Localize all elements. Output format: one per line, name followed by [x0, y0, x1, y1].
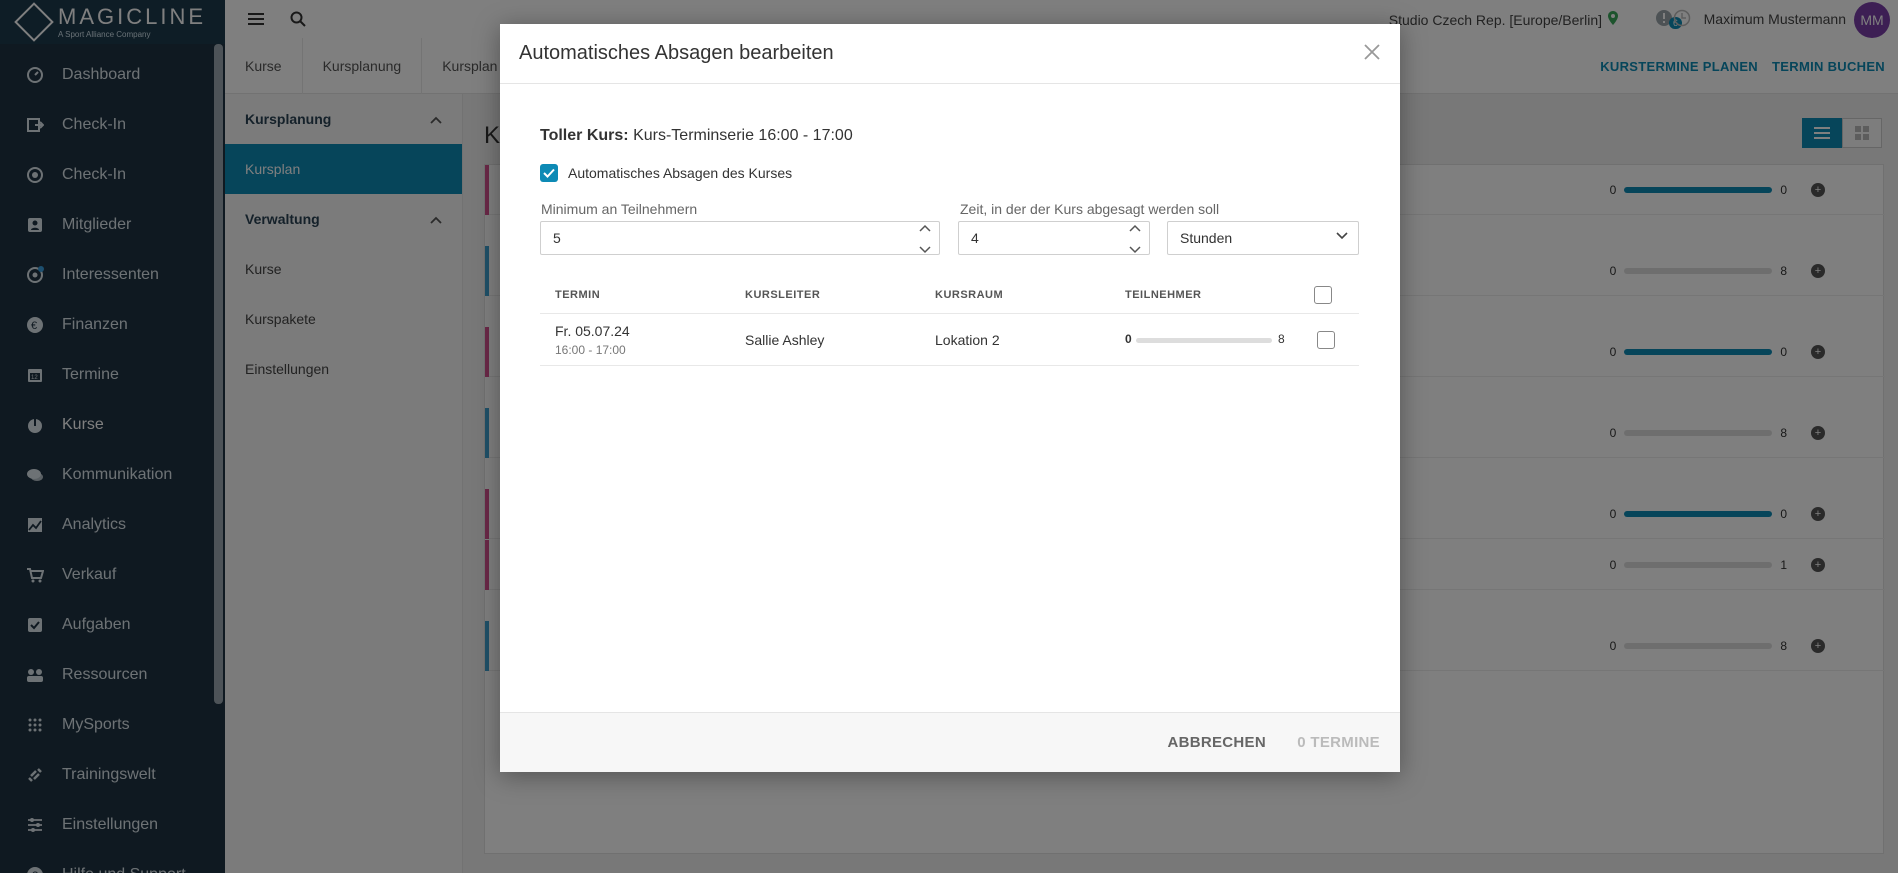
- time-unit-select[interactable]: Stunden: [1167, 221, 1359, 255]
- cancel-time-input[interactable]: 4: [958, 221, 1150, 255]
- select-all-checkbox[interactable]: [1314, 286, 1332, 304]
- auto-cancel-dialog: Automatisches Absagen bearbeiten Toller …: [500, 24, 1400, 772]
- dialog-body: Toller Kurs: Kurs-Terminserie 16:00 - 17…: [500, 84, 1400, 712]
- chevron-down-icon: [919, 246, 931, 254]
- row-time: 16:00 - 17:00: [555, 343, 626, 357]
- table-row: Fr. 05.07.24 16:00 - 17:00 Sallie Ashley…: [540, 314, 1359, 366]
- chevron-down-icon: [1336, 232, 1348, 240]
- chevron-up-icon: [1129, 224, 1141, 232]
- chevron-up-icon: [919, 224, 931, 232]
- appointments-table-header: TERMIN KURSLEITER KURSRAUM TEILNEHMER: [540, 276, 1359, 314]
- row-leader: Sallie Ashley: [745, 332, 825, 348]
- cancel-time-stepper[interactable]: [1129, 224, 1141, 254]
- auto-cancel-toggle[interactable]: Automatisches Absagen des Kurses: [540, 164, 792, 182]
- auto-cancel-label: Automatisches Absagen des Kurses: [568, 165, 793, 181]
- col-teilnehmer: TEILNEHMER: [1125, 289, 1202, 301]
- row-room: Lokation 2: [935, 332, 1000, 348]
- dialog-footer: ABBRECHEN 0 TERMINE: [500, 712, 1400, 772]
- row-participants-max: 8: [1278, 332, 1285, 346]
- row-participants-current: 0: [1125, 332, 1132, 346]
- dialog-header: Automatisches Absagen bearbeiten: [500, 24, 1400, 84]
- col-termin: TERMIN: [555, 289, 601, 301]
- min-participants-stepper[interactable]: [919, 224, 931, 254]
- min-participants-value: 5: [553, 230, 561, 246]
- row-date-value: Fr. 05.07.24: [555, 323, 630, 339]
- col-kursraum: KURSRAUM: [935, 289, 1004, 301]
- cancel-button[interactable]: ABBRECHEN: [1167, 734, 1266, 751]
- row-checkbox[interactable]: [1317, 331, 1335, 349]
- row-date: Fr. 05.07.24 16:00 - 17:00: [555, 323, 630, 357]
- time-unit-value: Stunden: [1180, 230, 1233, 246]
- confirm-button[interactable]: 0 TERMINE: [1297, 734, 1380, 751]
- min-participants-label: Minimum an Teilnehmern: [541, 201, 698, 217]
- col-kursleiter: KURSLEITER: [745, 289, 821, 301]
- cancel-time-label: Zeit, in der der Kurs abgesagt werden so…: [960, 201, 1220, 217]
- cancel-time-value: 4: [971, 230, 979, 246]
- close-icon[interactable]: [1360, 40, 1384, 64]
- course-label: Toller Kurs:: [540, 127, 629, 144]
- row-participants-bar: [1136, 338, 1272, 343]
- chevron-down-icon: [1129, 246, 1141, 254]
- course-info: Toller Kurs: Kurs-Terminserie 16:00 - 17…: [540, 127, 853, 145]
- min-participants-input[interactable]: 5: [540, 221, 940, 255]
- dialog-title: Automatisches Absagen bearbeiten: [519, 42, 834, 64]
- course-value: Kurs-Terminserie 16:00 - 17:00: [633, 127, 853, 144]
- auto-cancel-checkbox[interactable]: [540, 164, 558, 182]
